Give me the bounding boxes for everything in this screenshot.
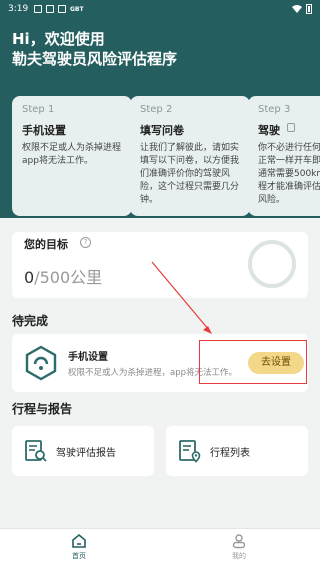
tab-mine[interactable]: 我的 bbox=[209, 533, 269, 567]
annotation-highlight-box bbox=[199, 340, 307, 384]
trip-list-tile[interactable]: 行程列表 bbox=[166, 426, 308, 476]
step-title: 驾驶 bbox=[258, 124, 280, 137]
status-time: 3:19 bbox=[8, 4, 29, 14]
task-title: 手机设置 bbox=[68, 352, 108, 363]
progress-ring bbox=[248, 240, 296, 288]
pending-section-title: 待完成 bbox=[12, 314, 49, 328]
gallery-icon bbox=[34, 5, 42, 13]
step-card-2[interactable]: Step 2 填写问卷 让我们了解彼此，请如实填写以下问卷，以方便我们准确评价你… bbox=[130, 96, 250, 216]
goal-card: 您的目标 ? 0/500公里 bbox=[12, 232, 308, 298]
notification-icons: GBT bbox=[34, 5, 84, 13]
battery-icon bbox=[306, 4, 312, 14]
step-number: Step 2 bbox=[140, 104, 173, 115]
step-description: 让我们了解彼此，请如实填写以下问卷，以方便我们准确评价你的驾驶风险，这个过程只需… bbox=[140, 143, 240, 205]
lock-icon bbox=[287, 123, 295, 132]
step-title: 填写问卷 bbox=[140, 124, 184, 137]
goal-current: 0 bbox=[24, 268, 35, 287]
phone-settings-icon bbox=[25, 345, 57, 381]
step-number: Step 3 bbox=[258, 104, 291, 115]
step-number: Step 1 bbox=[22, 104, 55, 115]
step-description: 你不必进行任何操作，像正常一样开车即可，我们通常需要500km的驾驶里程才能准确… bbox=[258, 143, 320, 205]
goal-progress: 0/500公里 bbox=[24, 264, 102, 288]
network-label: GBT bbox=[70, 5, 84, 13]
help-icon[interactable]: ? bbox=[80, 237, 91, 248]
header-banner: 3:19 GBT Hi，欢迎使用 勒夫驾驶员风险评估程序 Step 1 手机设置… bbox=[0, 0, 320, 218]
bottom-tab-bar: 首页 我的 bbox=[0, 528, 320, 568]
step-card-1[interactable]: Step 1 手机设置 权限不足或人为杀掉进程app将无法工作。 bbox=[12, 96, 132, 216]
home-icon bbox=[72, 533, 86, 548]
trip-list-icon bbox=[179, 440, 201, 463]
tab-mine-label: 我的 bbox=[232, 552, 246, 560]
step-card-3[interactable]: Step 3 驾驶 你不必进行任何操作，像正常一样开车即可，我们通常需要500k… bbox=[248, 96, 320, 216]
sync-icon bbox=[58, 5, 66, 13]
trips-section-title: 行程与报告 bbox=[12, 402, 73, 416]
download-icon bbox=[46, 5, 54, 13]
tab-home-label: 首页 bbox=[72, 552, 86, 560]
greeting-line-1: Hi，欢迎使用 bbox=[12, 30, 105, 48]
driving-report-tile[interactable]: 驾驶评估报告 bbox=[12, 426, 154, 476]
onboarding-steps-carousel[interactable]: Step 1 手机设置 权限不足或人为杀掉进程app将无法工作。 Step 2 … bbox=[0, 96, 320, 216]
driving-report-label: 驾驶评估报告 bbox=[56, 448, 116, 459]
status-bar: 3:19 GBT bbox=[0, 0, 320, 20]
trip-list-label: 行程列表 bbox=[210, 448, 250, 459]
system-icons bbox=[292, 4, 312, 14]
wifi-icon bbox=[292, 5, 302, 13]
report-search-icon bbox=[25, 440, 47, 462]
tab-home[interactable]: 首页 bbox=[49, 533, 109, 567]
app-title: 勒夫驾驶员风险评估程序 bbox=[12, 50, 178, 68]
goal-label: 您的目标 bbox=[24, 238, 68, 251]
goal-target: 500公里 bbox=[39, 268, 103, 287]
step-title: 手机设置 bbox=[22, 124, 66, 137]
user-icon bbox=[232, 534, 246, 549]
step-description: 权限不足或人为杀掉进程app将无法工作。 bbox=[22, 143, 122, 166]
